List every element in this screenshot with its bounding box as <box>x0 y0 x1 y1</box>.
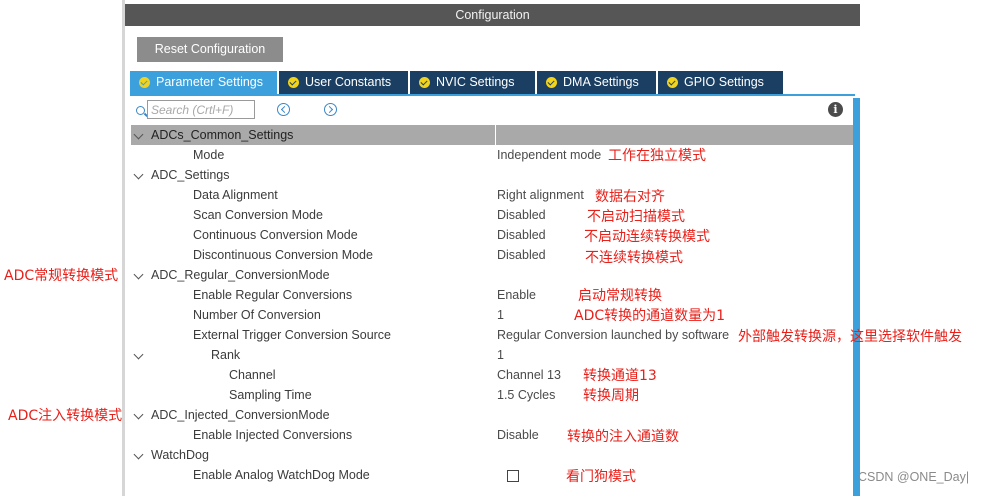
param-label: Mode <box>193 148 225 162</box>
param-label: Number Of Conversion <box>193 308 321 322</box>
chevron-down-icon[interactable] <box>133 269 144 280</box>
param-label: Enable Injected Conversions <box>193 428 353 442</box>
tab-label: Parameter Settings <box>156 75 263 89</box>
annotation-mode: 工作在独立模式 <box>608 148 706 164</box>
group-label: ADCs_Common_Settings <box>151 128 294 142</box>
check-circle-icon <box>667 77 678 88</box>
annotation-regular-side: ADC常规转换模式 <box>4 268 119 284</box>
check-circle-icon <box>288 77 299 88</box>
tab-parameter-settings[interactable]: Parameter Settings <box>130 71 277 94</box>
annotation-channel: 转换通道13 <box>583 368 657 384</box>
param-label: Data Alignment <box>193 188 278 202</box>
group-row-rank[interactable]: Rank 1 <box>131 345 853 365</box>
annotation-watchdog: 看门狗模式 <box>566 469 636 485</box>
watchdog-checkbox[interactable] <box>507 470 519 482</box>
annotation-ext-trigger: 外部触发转换源，这里选择软件触发 <box>738 329 962 345</box>
annotation-enable-regular: 启动常规转换 <box>578 288 662 304</box>
param-value[interactable]: 1.5 Cycles <box>497 385 555 405</box>
param-label: External Trigger Conversion Source <box>193 328 392 342</box>
param-value[interactable]: Disabled <box>497 225 546 245</box>
annotation-discontinuous: 不连续转换模式 <box>585 250 683 266</box>
annotation-continuous: 不启动连续转换模式 <box>584 229 710 245</box>
circle-chevron-right-icon[interactable] <box>324 103 337 116</box>
param-row-channel[interactable]: Channel Channel 13 <box>131 365 853 385</box>
circle-chevron-left-icon[interactable] <box>277 103 290 116</box>
param-row-continuous-conversion-mode[interactable]: Continuous Conversion Mode Disabled <box>131 225 853 245</box>
param-label: Rank <box>211 348 241 362</box>
param-row-mode[interactable]: Mode Independent mode <box>131 145 853 165</box>
annotation-scan: 不启动扫描模式 <box>587 209 685 225</box>
param-label: Continuous Conversion Mode <box>193 228 358 242</box>
param-row-discontinuous-conversion-mode[interactable]: Discontinuous Conversion Mode Disabled <box>131 245 853 265</box>
chevron-down-icon[interactable] <box>133 349 144 360</box>
param-value[interactable]: 1 <box>497 305 504 325</box>
annotation-injected-side: ADC注入转换模式 <box>8 408 123 424</box>
tab-label: DMA Settings <box>563 75 639 89</box>
tab-gpio-settings[interactable]: GPIO Settings <box>658 71 783 94</box>
param-value[interactable]: Right alignment <box>497 185 584 205</box>
param-row-data-alignment[interactable]: Data Alignment Right alignment <box>131 185 853 205</box>
param-label: Scan Conversion Mode <box>193 208 323 222</box>
check-circle-icon <box>139 77 150 88</box>
param-label: Channel <box>229 368 276 382</box>
chevron-down-icon[interactable] <box>133 169 144 180</box>
check-circle-icon <box>546 77 557 88</box>
group-row-adc-injected-conversionmode[interactable]: ADC_Injected_ConversionMode <box>131 405 853 425</box>
configuration-panel: Configuration Reset Configuration Parame… <box>122 0 860 496</box>
group-label: ADC_Regular_ConversionMode <box>151 268 330 282</box>
group-row-adc-settings[interactable]: ADC_Settings <box>131 165 853 185</box>
tab-label: User Constants <box>305 75 392 89</box>
chevron-down-icon[interactable] <box>133 449 144 460</box>
tab-user-constants[interactable]: User Constants <box>279 71 408 94</box>
param-value[interactable]: Disabled <box>497 245 546 265</box>
annotation-sampling: 转换周期 <box>583 388 639 404</box>
param-row-sampling-time[interactable]: Sampling Time 1.5 Cycles <box>131 385 853 405</box>
param-row-enable-regular-conversions[interactable]: Enable Regular Conversions Enable <box>131 285 853 305</box>
chevron-down-icon[interactable] <box>133 409 144 420</box>
group-label: ADC_Settings <box>151 168 230 182</box>
group-row-watchdog[interactable]: WatchDog <box>131 445 853 465</box>
watermark: CSDN @ONE_Day| <box>858 470 970 484</box>
tab-underline <box>130 94 855 96</box>
check-circle-icon <box>419 77 430 88</box>
param-row-enable-injected-conversions[interactable]: Enable Injected Conversions Disable <box>131 425 853 445</box>
annotation-data-alignment: 数据右对齐 <box>595 189 665 205</box>
chevron-down-icon[interactable] <box>133 129 144 140</box>
param-label: Enable Analog WatchDog Mode <box>193 468 370 482</box>
param-value[interactable]: Channel 13 <box>497 365 561 385</box>
param-value[interactable]: 1 <box>497 345 504 365</box>
group-label: WatchDog <box>151 448 209 462</box>
param-row-number-of-conversion[interactable]: Number Of Conversion 1 <box>131 305 853 325</box>
param-value[interactable]: Enable <box>497 285 536 305</box>
search-input[interactable] <box>147 100 255 119</box>
param-row-enable-analog-watchdog-mode[interactable]: Enable Analog WatchDog Mode <box>131 465 853 485</box>
param-value[interactable]: Independent mode <box>497 145 601 165</box>
column-divider <box>495 125 496 145</box>
param-label: Discontinuous Conversion Mode <box>193 248 373 262</box>
tab-nvic-settings[interactable]: NVIC Settings <box>410 71 535 94</box>
search-icon <box>136 106 145 115</box>
param-value[interactable]: Regular Conversion launched by software <box>497 325 729 345</box>
param-label: Enable Regular Conversions <box>193 288 353 302</box>
tab-label: NVIC Settings <box>436 75 515 89</box>
group-row-adcs-common-settings[interactable]: ADCs_Common_Settings <box>131 125 853 145</box>
tab-label: GPIO Settings <box>684 75 764 89</box>
param-value[interactable]: Disable <box>497 425 539 445</box>
window-title: Configuration <box>125 4 860 26</box>
annotation-num-conv: ADC转换的通道数量为1 <box>574 308 726 324</box>
group-row-adc-regular-conversionmode[interactable]: ADC_Regular_ConversionMode <box>131 265 853 285</box>
search-bar: i <box>125 98 860 124</box>
vertical-scrollbar[interactable] <box>853 98 860 496</box>
tab-dma-settings[interactable]: DMA Settings <box>537 71 656 94</box>
reset-configuration-button[interactable]: Reset Configuration <box>137 37 283 62</box>
annotation-enable-injected: 转换的注入通道数 <box>567 429 679 445</box>
param-value[interactable]: Disabled <box>497 205 546 225</box>
info-icon[interactable]: i <box>828 102 843 117</box>
param-row-scan-conversion-mode[interactable]: Scan Conversion Mode Disabled <box>131 205 853 225</box>
param-label: Sampling Time <box>229 388 312 402</box>
tab-bar: Parameter Settings User Constants NVIC S… <box>130 71 855 94</box>
group-label: ADC_Injected_ConversionMode <box>151 408 330 422</box>
parameter-tree: ADCs_Common_Settings Mode Independent mo… <box>131 125 853 485</box>
